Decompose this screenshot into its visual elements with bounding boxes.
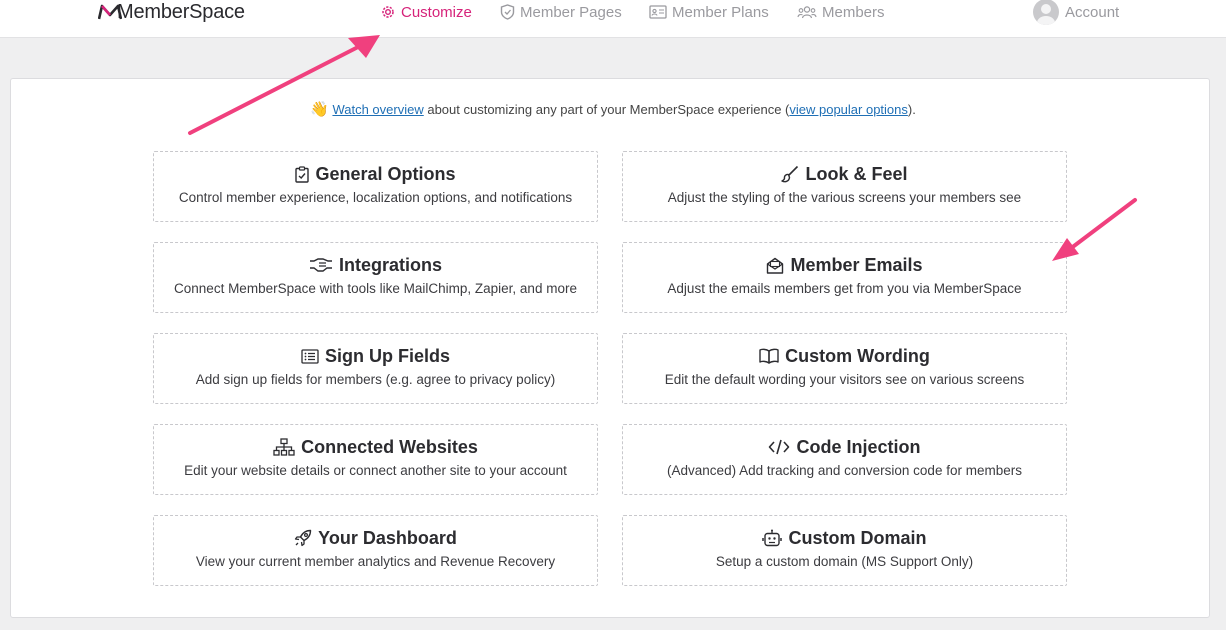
arrow-to-member-emails xyxy=(1052,198,1137,261)
annotation-arrows xyxy=(188,35,1137,261)
arrow-to-customize xyxy=(188,35,380,135)
